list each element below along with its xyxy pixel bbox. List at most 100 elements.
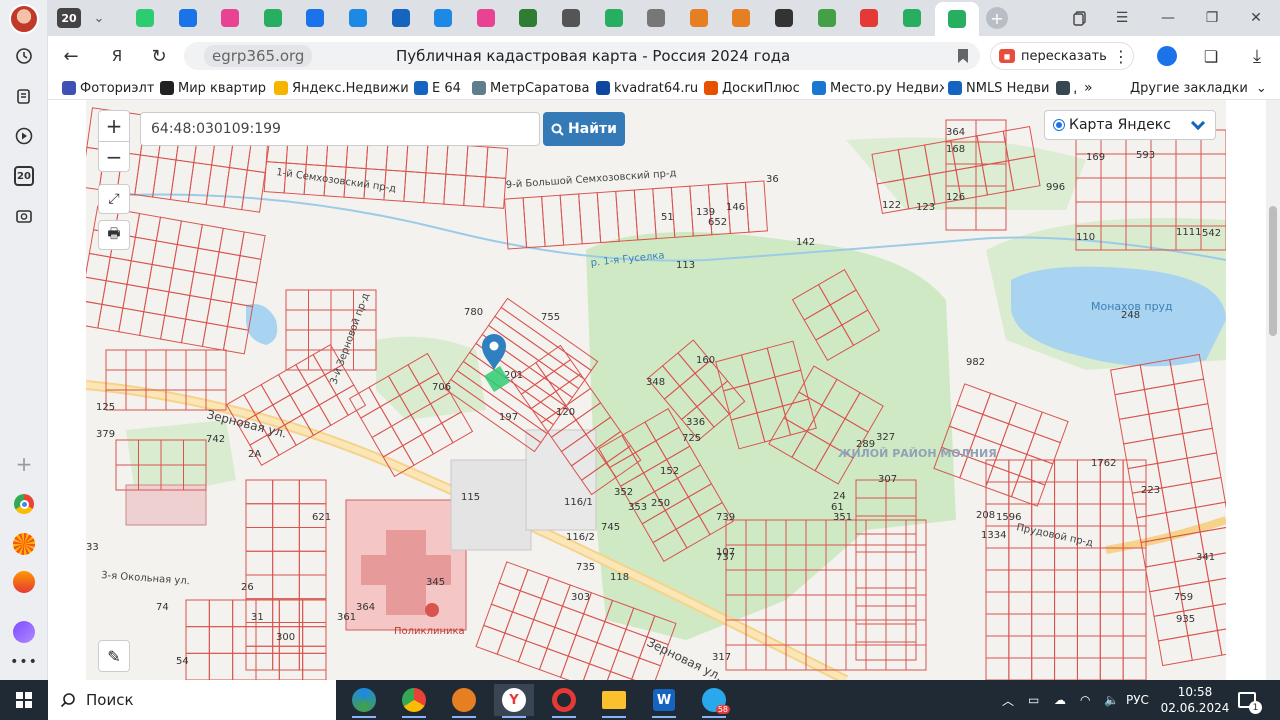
language-indicator[interactable]: РУС — [1126, 680, 1149, 720]
tab-active[interactable] — [935, 2, 980, 36]
notifications-icon[interactable]: 1 — [1238, 680, 1262, 720]
tab-v3[interactable] — [722, 4, 760, 32]
tab-26[interactable] — [382, 4, 420, 32]
opera-app-icon[interactable] — [544, 684, 584, 718]
edge-app-icon[interactable] — [344, 684, 384, 718]
tab-check4[interactable] — [467, 4, 505, 32]
yandex-browser-app-icon[interactable]: Y — [494, 684, 534, 718]
more-bookmarks-button[interactable]: » — [1084, 79, 1093, 97]
tab-arrow[interactable] — [126, 4, 164, 32]
parcel-number: 755 — [541, 312, 560, 323]
orange-app-icon[interactable] — [10, 568, 38, 596]
collections-tab-icon[interactable] — [1066, 6, 1094, 30]
tab-ok2[interactable] — [893, 4, 931, 32]
back-button[interactable]: ← — [58, 44, 84, 68]
parcel-number: 33 — [86, 542, 99, 553]
taskbar-search[interactable]: Поиск — [48, 680, 336, 720]
history-icon[interactable] — [10, 42, 38, 70]
volume-icon[interactable]: 🔈 — [1104, 680, 1119, 720]
alice-assistant-icon[interactable] — [10, 618, 38, 646]
bookmark-item[interactable]: Д — [1056, 79, 1076, 97]
bookmark-item[interactable]: Место.ру Недвиж — [812, 79, 944, 97]
tab-bird[interactable] — [339, 4, 377, 32]
parcel-number: 739 — [716, 512, 735, 523]
wifi-icon[interactable]: ◠ — [1080, 680, 1090, 720]
tray-chevron-icon[interactable]: ︿ — [1002, 680, 1014, 720]
map-layer-select[interactable]: Карта Яндекс — [1044, 110, 1216, 140]
video-translate-icon[interactable] — [1154, 44, 1180, 68]
close-button[interactable]: ✕ — [1242, 6, 1270, 30]
restore-button[interactable]: ❐ — [1198, 6, 1226, 30]
tab-list-chevron-icon[interactable]: ⌄ — [80, 4, 118, 32]
chrome-app-icon[interactable] — [394, 684, 434, 718]
tab-map[interactable] — [808, 4, 846, 32]
downloads-icon[interactable]: ⤓ — [1244, 44, 1270, 68]
bookmark-favicon-icon — [948, 81, 962, 95]
crab-app-icon[interactable] — [444, 684, 484, 718]
cloud-icon[interactable]: ☁ — [1054, 680, 1066, 720]
extensions-icon[interactable]: ❏ — [1198, 44, 1224, 68]
tab-lambda[interactable] — [254, 4, 292, 32]
kebab-menu-icon[interactable]: ⋮ — [1108, 44, 1134, 68]
tab-ya[interactable] — [850, 4, 888, 32]
page-scrollbar[interactable] — [1266, 100, 1280, 680]
collections-icon[interactable] — [10, 82, 38, 110]
sun-app-icon[interactable] — [10, 530, 38, 558]
print-button[interactable]: 🖶 — [98, 220, 130, 250]
address-bar[interactable]: egrp365.org Публичная кадастровая карта … — [184, 42, 980, 70]
clock[interactable]: 10:58 02.06.2024 — [1160, 684, 1230, 716]
tab-book[interactable] — [552, 4, 590, 32]
yandex-home-button[interactable]: Я — [104, 44, 130, 68]
bookmark-item[interactable]: ДоскиПлюс — [704, 79, 800, 97]
new-tab-button[interactable]: + — [978, 4, 1016, 32]
bookmark-item[interactable]: Яндекс.Недвижи — [274, 79, 409, 97]
tab-g[interactable] — [765, 4, 803, 32]
minimize-button[interactable]: — — [1154, 6, 1182, 30]
tab-check1[interactable] — [169, 4, 207, 32]
telegram-app-icon[interactable]: 58 — [694, 684, 734, 718]
bookmark-item[interactable]: Мир квартир — [160, 79, 266, 97]
bookmark-item[interactable]: Фоториэлт — [62, 79, 154, 97]
battery-icon[interactable]: ▭ — [1028, 680, 1039, 720]
bookmark-item[interactable]: kvadrat64.ru — [596, 79, 698, 97]
more-icon[interactable]: ••• — [10, 648, 38, 676]
clinic-marker-icon[interactable] — [425, 603, 439, 617]
tab-counter-icon[interactable]: 20 — [10, 162, 38, 190]
reload-button[interactable]: ↻ — [146, 44, 172, 68]
word-app-icon[interactable]: W — [644, 684, 684, 718]
ruler-tool-button[interactable]: ✎ — [98, 640, 130, 672]
zoom-in-button[interactable]: + — [99, 111, 129, 141]
screenshot-icon[interactable] — [10, 202, 38, 230]
play-icon[interactable] — [10, 122, 38, 150]
cadastral-map[interactable]: 36 982 120 115 116/1 116/2 742 379 125 33 74 364 2A 6… — [86, 100, 1226, 680]
bookmark-icon[interactable] — [958, 49, 968, 63]
scrollbar-thumb[interactable] — [1269, 206, 1277, 336]
other-bookmarks-folder[interactable]: Другие закладки ⌄ — [1130, 79, 1267, 97]
map-canvas[interactable]: 36 982 120 115 116/1 116/2 742 379 125 33 74 364 2A 6… — [86, 100, 1226, 680]
bookmark-item[interactable]: NMLS Недви — [948, 79, 1049, 97]
tab-doc[interactable] — [637, 4, 675, 32]
bookmark-item[interactable]: E 64 — [414, 79, 461, 97]
bus-depot — [125, 484, 207, 526]
menu-icon[interactable]: ☰ — [1108, 6, 1136, 30]
retell-label: пересказать — [1021, 48, 1107, 64]
cadastral-search-input[interactable] — [140, 112, 540, 146]
zoom-control: + − — [98, 110, 130, 172]
url-domain[interactable]: egrp365.org — [204, 45, 313, 67]
explorer-app-icon[interactable] — [594, 684, 634, 718]
profile-avatar[interactable] — [9, 4, 39, 34]
tab-v[interactable] — [509, 4, 547, 32]
add-panel-icon[interactable]: + — [10, 450, 38, 478]
start-button[interactable] — [0, 680, 48, 720]
zoom-out-button[interactable]: − — [99, 141, 129, 171]
tab-ok[interactable] — [595, 4, 633, 32]
find-button[interactable]: Найти — [543, 112, 625, 146]
tab-bird2[interactable] — [424, 4, 462, 32]
tab-check3[interactable] — [296, 4, 334, 32]
parcel-number: 110 — [1076, 232, 1095, 243]
tab-check2[interactable] — [211, 4, 249, 32]
chrome-app-icon[interactable] — [10, 490, 38, 518]
fullscreen-button[interactable]: ⤢ — [98, 184, 130, 214]
tab-v2[interactable] — [680, 4, 718, 32]
bookmark-item[interactable]: МетрСаратова — [472, 79, 589, 97]
